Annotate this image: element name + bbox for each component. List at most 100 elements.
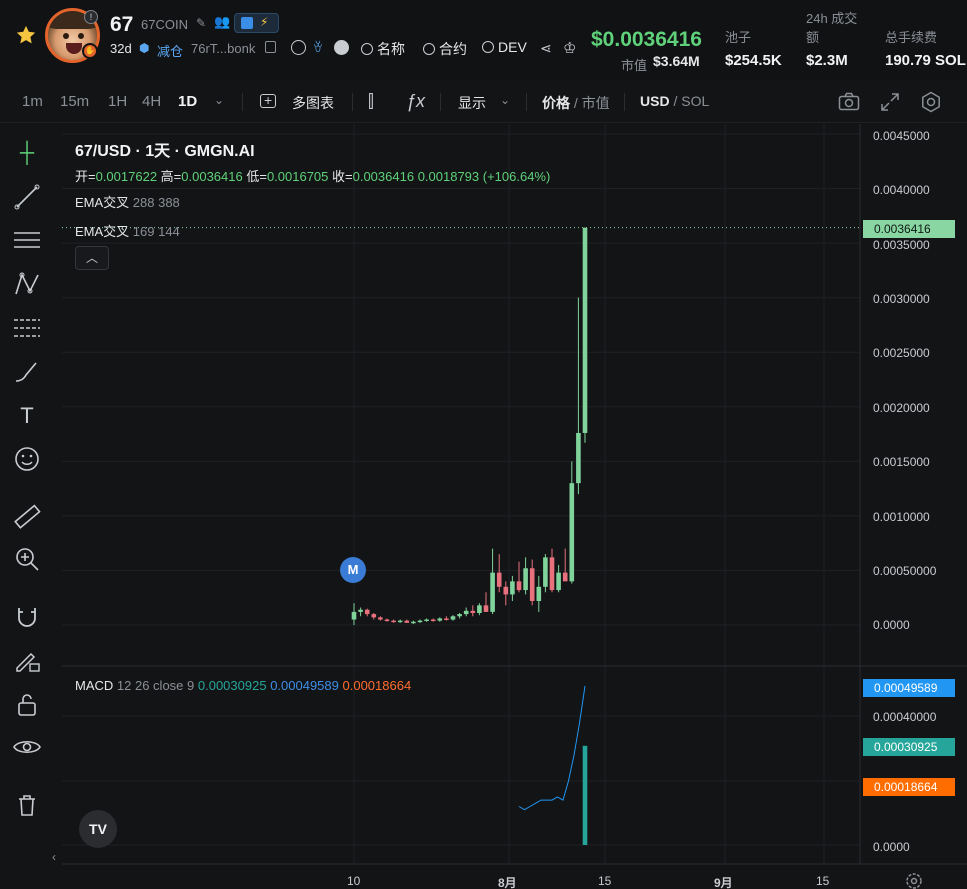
ruler-icon[interactable]	[10, 500, 44, 534]
search-contract-button[interactable]: 合约	[423, 39, 467, 59]
platform-badge-icon: ✋	[82, 43, 98, 59]
candle-body	[477, 605, 482, 613]
info-icon[interactable]: !	[84, 10, 98, 24]
market-cap-label: 市值	[621, 58, 648, 73]
website-globe-icon[interactable]	[291, 40, 306, 55]
settings-gear-icon[interactable]	[920, 91, 942, 113]
community-icon[interactable]: ꈊ	[313, 39, 323, 56]
display-chevron-down-icon[interactable]: ⌄	[500, 93, 510, 107]
brush-icon[interactable]	[10, 355, 44, 389]
holders-icon[interactable]: 👥	[214, 14, 230, 30]
candle-body	[378, 617, 383, 620]
reduce-label[interactable]: 减仓	[157, 41, 183, 60]
interval-1m[interactable]: 1m	[22, 93, 43, 110]
currency-toggle[interactable]: USD / SOL	[640, 93, 709, 109]
unlock-icon[interactable]	[10, 687, 44, 721]
macd-line	[518, 685, 586, 811]
candle-body	[510, 581, 515, 595]
divider	[242, 93, 243, 111]
candle-type-icon[interactable]: ⫿	[368, 91, 374, 112]
text-tool-icon[interactable]: T	[10, 399, 44, 433]
interval-1h[interactable]: 1H	[108, 93, 127, 110]
axis-settings-gear-icon[interactable]	[904, 871, 924, 889]
price-axis-label: 0.0045000	[873, 129, 930, 143]
volume-value: $2.3M	[806, 52, 848, 69]
token-name: 67COIN	[141, 17, 188, 32]
pattern-icon[interactable]	[10, 267, 44, 301]
macd-tag-orange: 0.00018664	[863, 778, 955, 796]
time-axis-label: 8月	[498, 876, 517, 889]
candle-body	[569, 483, 575, 582]
favorite-star-icon[interactable]	[15, 24, 37, 46]
candle-body	[364, 609, 370, 615]
time-axis-label: 9月	[714, 876, 733, 889]
tradingview-logo[interactable]: TV	[79, 810, 117, 848]
candle-body	[450, 616, 456, 620]
scroll-left-icon[interactable]: ‹	[52, 850, 56, 864]
hide-eye-icon[interactable]	[10, 730, 44, 764]
candle-body	[496, 572, 502, 587]
magnet-icon[interactable]	[10, 600, 44, 634]
fees-value: 190.79 SOL	[885, 52, 966, 69]
candle-body	[470, 610, 476, 613]
price-mcap-toggle[interactable]: 价格 / 市值	[542, 93, 610, 113]
price-axis-label: 0.00050000	[873, 564, 937, 578]
emoji-icon[interactable]	[10, 442, 44, 476]
drawing-toolbar: ┼ T	[0, 124, 56, 889]
trend-line-icon[interactable]	[10, 180, 44, 214]
search-icon	[482, 41, 494, 53]
coin-icon[interactable]	[334, 40, 349, 55]
event-marker[interactable]: M	[340, 557, 366, 583]
current-price: $0.0036416	[591, 28, 702, 51]
candle-body	[536, 586, 542, 601]
camera-icon[interactable]	[838, 92, 860, 112]
crown-icon[interactable]: ♔	[563, 39, 576, 57]
candle-body	[483, 605, 489, 612]
ema-indicator-2[interactable]: EMA交叉 169 144	[75, 221, 180, 240]
candle-body	[384, 619, 390, 622]
contract-address[interactable]: 76rT...bonk	[191, 41, 255, 56]
candle-body	[351, 611, 357, 620]
crosshair-icon[interactable]: ┼	[10, 136, 44, 170]
divider	[352, 93, 353, 111]
ema-indicator-1[interactable]: EMA交叉 288 388	[75, 192, 180, 211]
token-header: ! ✋ 67 67COIN ✎ 👥 ⚡ 32d ⬢ 减仓 76rT...bonk…	[0, 0, 967, 80]
trash-icon[interactable]	[10, 788, 44, 822]
display-button[interactable]: 显示	[458, 93, 486, 113]
chart-canvas[interactable]	[62, 124, 967, 889]
divider	[624, 93, 625, 111]
candle-body	[424, 619, 429, 622]
fullscreen-icon[interactable]	[880, 92, 900, 112]
price-axis-label: 0.0010000	[873, 510, 930, 524]
search-name-button[interactable]: 名称	[361, 39, 405, 59]
interval-15m[interactable]: 15m	[60, 93, 89, 110]
zoom-in-icon[interactable]	[10, 542, 44, 576]
price-axis-label: 0.0040000	[873, 183, 930, 197]
edit-icon[interactable]: ✎	[196, 16, 210, 30]
candle-body	[576, 432, 581, 484]
lock-drawings-icon[interactable]	[10, 643, 44, 677]
interval-chevron-down-icon[interactable]: ⌄	[214, 93, 224, 107]
collapse-legend-chevron-up-icon[interactable]: ︿	[75, 246, 109, 270]
share-icon[interactable]: ⋖	[540, 40, 552, 57]
candle-body	[444, 618, 449, 620]
divider	[440, 93, 441, 111]
multi-chart-button[interactable]: 多图表	[292, 93, 334, 113]
interval-1d[interactable]: 1D	[178, 93, 197, 110]
macd-legend[interactable]: MACD 12 26 close 9 0.00030925 0.00049589…	[75, 678, 411, 693]
price-axis-label: 0.0020000	[873, 401, 930, 415]
macd-tag-teal: 0.00030925	[863, 738, 955, 756]
candle-body	[463, 610, 469, 615]
interval-4h[interactable]: 4H	[142, 93, 161, 110]
indicators-fx-icon[interactable]: ƒx	[406, 91, 425, 112]
chart-area[interactable]: 67/USD · 1天 · GMGN.AI 开=0.0017622 高=0.00…	[52, 124, 967, 889]
macd-axis-label: 0.0000	[873, 840, 910, 854]
candle-body	[457, 614, 462, 617]
price-axis-label: 0.0000	[873, 618, 910, 632]
horizontal-lines-icon[interactable]	[10, 223, 44, 257]
chart-toolbar: 1m 15m 1H 4H 1D ⌄ + 多图表 ⫿ ƒx 显示 ⌄ 价格 / 市…	[0, 81, 967, 123]
copy-icon[interactable]	[265, 41, 276, 53]
fib-levels-icon[interactable]	[10, 311, 44, 345]
search-dev-button[interactable]: DEV	[482, 39, 527, 55]
token-age: 32d	[110, 41, 132, 56]
